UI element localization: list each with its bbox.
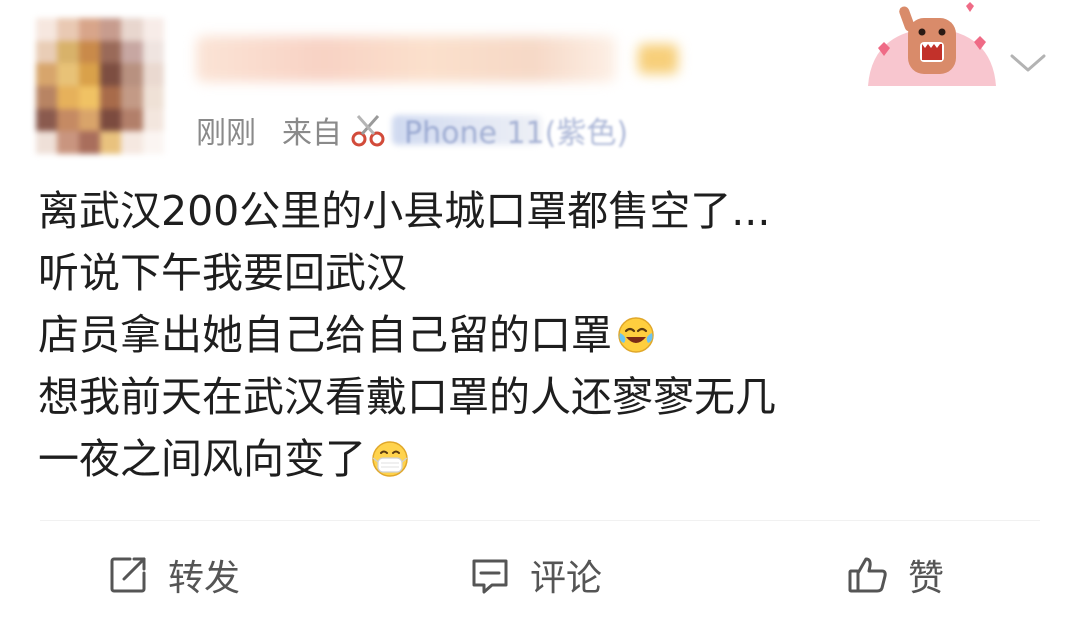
post-line: 店员拿出她自己给自己留的口罩 <box>38 304 1048 366</box>
post-content: 离武汉200公里的小县城口罩都售空了... 听说下午我要回武汉 店员拿出她自己给… <box>38 180 1048 490</box>
divider <box>40 520 1040 521</box>
source-prefix: 来自 <box>282 116 342 151</box>
thumbs-up-icon <box>848 557 887 593</box>
username-redacted[interactable] <box>196 36 678 82</box>
comment-icon <box>472 559 508 594</box>
post-line: 离武汉200公里的小县城口罩都售空了... <box>38 180 1048 242</box>
post-line: 想我前天在武汉看戴口罩的人还寥寥无几 <box>38 366 1048 428</box>
laughing-crying-emoji-icon <box>618 317 654 353</box>
avatar[interactable] <box>36 18 164 154</box>
post-line-text: 听说下午我要回武汉 <box>38 249 407 297</box>
post-line-text: 一夜之间风向变了 <box>38 435 366 483</box>
repost-button[interactable]: 转发 <box>106 540 240 610</box>
comment-button[interactable]: 评论 <box>468 540 602 610</box>
chevron-down-icon[interactable] <box>1006 48 1050 78</box>
like-button[interactable]: 赞 <box>846 540 944 610</box>
post-line: 一夜之间风向变了 <box>38 428 1048 490</box>
post-line: 听说下午我要回武汉 <box>38 242 1048 304</box>
action-bar: 转发 评论 赞 <box>0 540 1080 610</box>
comment-label: 评论 <box>530 558 603 599</box>
post-line-text: 店员拿出她自己给自己留的口罩 <box>38 311 612 359</box>
user-badge-icon <box>638 44 678 74</box>
post-meta: 刚刚 来自 Phone 11(紫色) <box>196 106 628 154</box>
mask-face-emoji-icon <box>372 441 408 477</box>
repost-label: 转发 <box>168 558 241 599</box>
source-device[interactable]: Phone 11(紫色) <box>404 108 628 152</box>
repost-icon <box>110 557 146 593</box>
like-label: 赞 <box>908 558 945 599</box>
scissors-icon <box>351 115 385 147</box>
post-line-text: 想我前天在武汉看戴口罩的人还寥寥无几 <box>38 373 776 421</box>
weibo-post-card: 刚刚 来自 Phone 11(紫色) 离武汉200公里的小县城口罩都售空了... <box>0 0 1080 618</box>
domo-sticker-icon <box>868 2 996 86</box>
post-line-text: 离武汉200公里的小县城口罩都售空了... <box>38 187 771 235</box>
post-time: 刚刚 <box>196 116 256 151</box>
